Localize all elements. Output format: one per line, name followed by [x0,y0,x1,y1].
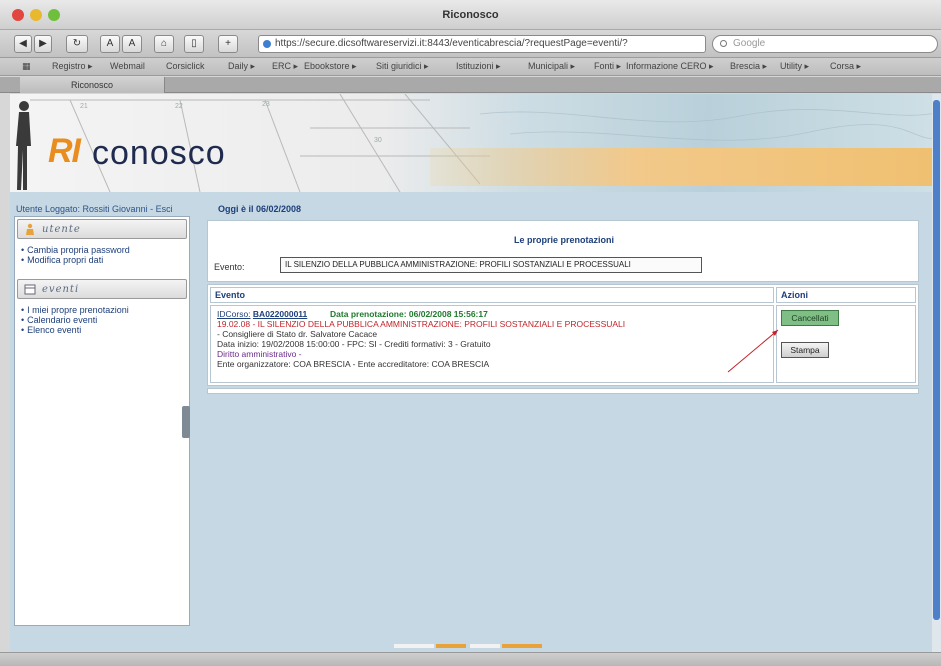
page-scrollbar-thumb[interactable] [933,100,940,620]
bookmark-item[interactable]: Informazione CERO ▸ [626,61,714,72]
sidebar-section-eventi: eventi [17,279,187,299]
bookmark-item[interactable]: Daily ▸ [228,61,255,72]
svg-text:23: 23 [262,101,270,108]
event-details-line: Data inizio: 19/02/2008 15:00:00 - FPC: … [217,339,491,349]
title-bar: Riconosco [0,0,941,30]
text-smaller-icon[interactable]: A [100,35,120,53]
sidebar-link-my-reservations[interactable]: • I miei propre prenotazioni [21,305,129,315]
browser-window: Riconosco ◀ ▶ ↻ A A ⌂ ▯ + https://secure… [0,0,941,666]
status-bar [0,652,941,666]
svg-text:30: 30 [374,137,382,144]
browser-toolbar: ◀ ▶ ↻ A A ⌂ ▯ + https://secure.dicsoftwa… [0,30,941,58]
text-larger-icon[interactable]: A [122,35,142,53]
bookmark-item[interactable]: ERC ▸ [272,61,298,72]
reservation-code-line: IDCorso: BA022000011 Data prenotazione: … [217,309,488,319]
column-header-azioni: Azioni [776,287,916,303]
reservations-header-panel: Le proprie prenotazioni Evento: IL SILEN… [207,220,919,282]
bookmark-item[interactable]: Fonti ▸ [594,61,621,72]
svg-text:22: 22 [175,103,183,110]
search-icon [720,40,727,47]
bookmarks-bar: ▦ Registro ▸ Webmail Corsiclick Daily ▸ … [0,58,941,76]
forward-icon[interactable]: ▶ [34,35,52,53]
course-code-link[interactable]: BA022000011 [253,309,307,319]
add-bookmark-icon[interactable]: + [218,35,238,53]
search-input[interactable]: Google [712,35,938,53]
sidebar-link-change-password[interactable]: • Cambia propria password [21,245,130,255]
site-icon [263,40,271,48]
sidebar-link-edit-data[interactable]: • Modifica propri dati [21,255,103,265]
bookmark-item[interactable]: Istituzioni ▸ [456,61,501,72]
back-icon[interactable]: ◀ [14,35,32,53]
bookmark-item[interactable]: Webmail [110,61,145,71]
event-subject-line: Diritto amministrativo - [217,349,302,359]
calendar-icon [24,284,36,295]
reservations-table: Evento Azioni IDCorso: BA022000011 Data … [207,284,919,386]
panel-divider [207,388,919,394]
search-placeholder: Google [733,38,766,49]
event-title-line: 19.02.08 - IL SILENZIO DELLA PUBBLICA AM… [217,319,626,329]
event-organizer-line: Ente organizzatore: COA BRESCIA - Ente a… [217,359,490,369]
tab-bar: Riconosco [0,77,941,93]
bookmark-icon[interactable]: ▯ [184,35,204,53]
event-speaker-line: - Consigliere di Stato dr. Salvatore Cac… [217,329,378,339]
sidebar: utente • Cambia propria password • Modific… [14,216,190,626]
logged-user-label[interactable]: Utente Loggato: Rossiti Giovanni - Esci [16,204,173,214]
site-banner: 21 22 23 30 RI conosco [10,94,941,192]
logo-conosco: conosco [92,134,226,172]
sidebar-link-calendar[interactable]: • Calendario eventi [21,315,97,325]
svg-text:21: 21 [80,103,88,110]
bookmark-item[interactable]: Brescia ▸ [730,61,767,72]
sidebar-section-title: utente [42,224,81,235]
page-content: 21 22 23 30 RI conosco Utente Loggato: Ross… [10,94,941,652]
table-row: IDCorso: BA022000011 Data prenotazione: … [210,305,774,383]
event-filter-label: Evento: [214,262,245,272]
address-bar-text: https://secure.dicsoftwareservizi.it:844… [275,38,628,49]
bookmark-item[interactable]: Utility ▸ [780,61,809,72]
reservation-date: Data prenotazione: 06/02/2008 15:56:17 [330,309,488,319]
bookmark-item[interactable]: Siti giuridici ▸ [376,61,429,72]
bookmark-item[interactable]: Corsiclick [166,61,205,71]
sidebar-scroll-handle[interactable] [182,406,190,438]
sidebar-section-utente: utente [17,219,187,239]
bookmarks-grid-icon[interactable]: ▦ [22,61,31,72]
bookmark-item[interactable]: Corsa ▸ [830,61,861,72]
footer-decoration [394,644,542,648]
window-title: Riconosco [442,9,499,21]
bookmark-item[interactable]: Ebookstore ▸ [304,61,357,72]
bookmark-item[interactable]: Municipali ▸ [528,61,575,72]
sidebar-section-title: eventi [42,284,80,295]
tab-riconosco[interactable]: Riconosco [20,77,165,93]
page-scrollbar[interactable] [932,94,941,652]
event-select-value: IL SILENZIO DELLA PUBBLICA AMMINISTRAZIO… [285,260,631,269]
actions-cell: Cancellati Stampa [776,305,916,383]
figure-silhouette-icon [16,101,31,190]
bookmark-item[interactable]: Registro ▸ [52,61,93,72]
column-header-evento: Evento [210,287,774,303]
print-button[interactable]: Stampa [781,342,829,358]
address-bar[interactable]: https://secure.dicsoftwareservizi.it:844… [258,35,706,53]
course-code-label[interactable]: IDCorso: [217,309,251,319]
today-date-label: Oggi è il 06/02/2008 [218,204,302,214]
pointer-arrow-annotation [727,329,779,373]
reload-icon[interactable]: ↻ [66,35,88,53]
cancel-reservation-button[interactable]: Cancellati [781,310,839,326]
banner-decoration [430,148,941,186]
logo-ri: RI [48,132,81,170]
event-select[interactable]: IL SILENZIO DELLA PUBBLICA AMMINISTRAZIO… [280,257,702,273]
sidebar-link-event-list[interactable]: • Elenco eventi [21,325,81,335]
user-icon [26,223,34,235]
page-title: Le proprie prenotazioni [513,235,614,245]
home-icon[interactable]: ⌂ [154,35,174,53]
